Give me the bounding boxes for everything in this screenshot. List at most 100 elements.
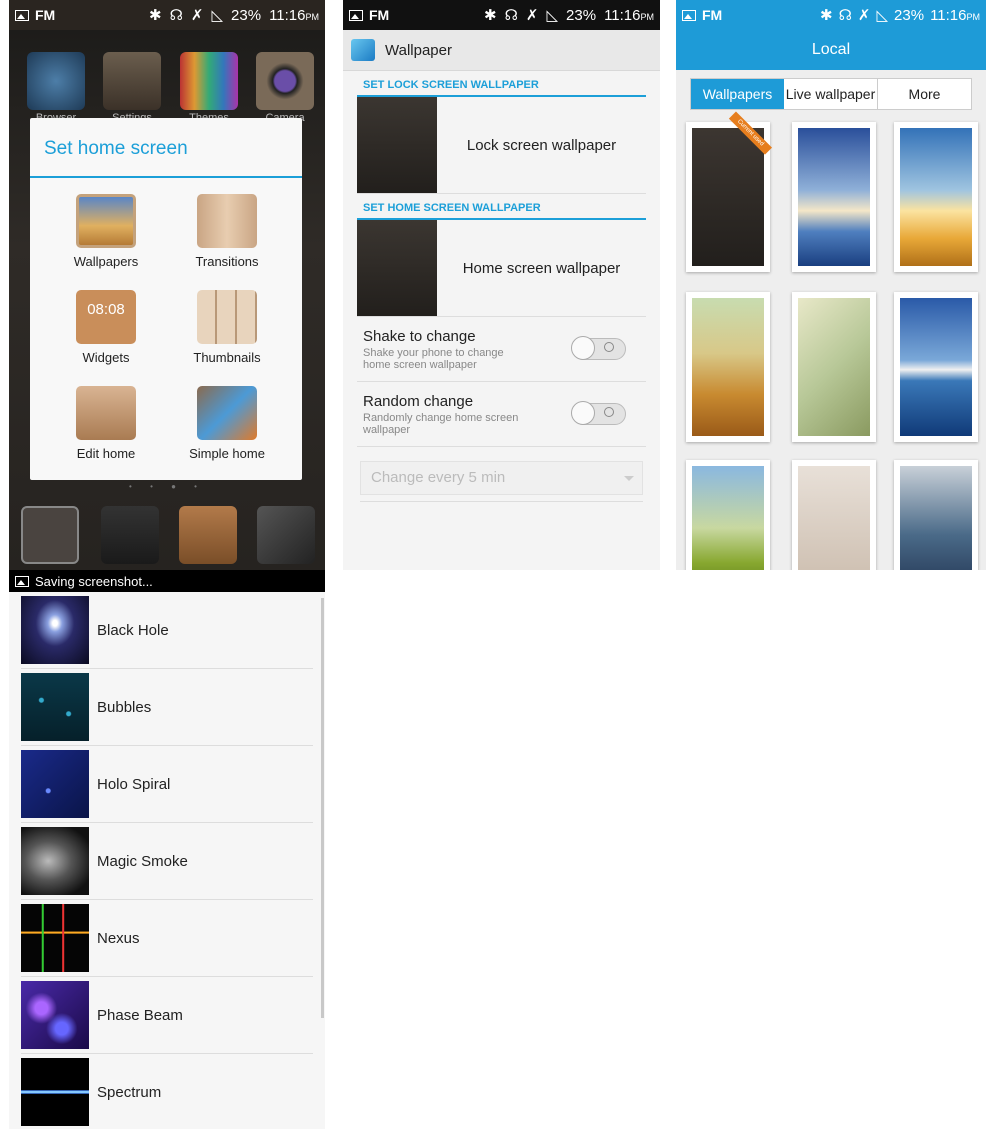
shake-to-change-row: Shake to change Shake your phone to chan… <box>357 317 646 382</box>
set-home-screen-dialog: Set home screen Wallpapers Transitions 0… <box>30 118 302 480</box>
wallpaper-thumb-1[interactable]: Current used <box>686 111 773 272</box>
edit-home-option[interactable]: Edit home <box>46 386 166 461</box>
headphones-icon: ☊ <box>838 7 852 24</box>
list-item-label: Holo Spiral <box>97 775 171 793</box>
battery-text: 23% <box>894 6 925 24</box>
lock-section-header: SET LOCK SCREEN WALLPAPER <box>357 71 646 97</box>
list-item-label: Spectrum <box>97 1083 162 1101</box>
mute-icon: ✗ <box>190 7 204 24</box>
random-toggle[interactable] <box>571 401 626 425</box>
local-title: Local <box>676 30 986 70</box>
wallpaper-thumb-2[interactable] <box>792 122 876 272</box>
home-screen-wallpaper-row[interactable]: Home screen wallpaper <box>357 220 646 317</box>
home-section-header: SET HOME SCREEN WALLPAPER <box>357 194 646 220</box>
mute-icon: ✗ <box>525 7 539 24</box>
list-item-label: Magic Smoke <box>97 852 188 870</box>
holo-spiral-thumbnail <box>21 750 89 818</box>
list-item-label: Nexus <box>97 929 140 947</box>
mute-icon: ✗ <box>857 7 871 24</box>
random-title: Random change <box>363 392 474 410</box>
signal-icon: ◺ <box>876 7 889 24</box>
thumbnails-label: Thumbnails <box>193 350 261 365</box>
scrollbar[interactable] <box>321 598 324 1018</box>
list-item-label: Bubbles <box>97 698 152 716</box>
interval-select[interactable]: Change every 5 min <box>360 461 643 495</box>
messaging-icon[interactable] <box>179 506 237 564</box>
wallpaper-thumb-4[interactable] <box>686 292 770 442</box>
shake-title: Shake to change <box>363 327 476 345</box>
wallpaper-thumb-3[interactable] <box>894 122 978 272</box>
simple-home-icon <box>197 386 257 440</box>
action-bar: Wallpaper <box>343 30 660 71</box>
divider <box>360 501 643 502</box>
fm-label: FM <box>702 7 723 23</box>
magic-smoke-thumbnail <box>21 827 89 895</box>
screenshot-icon <box>15 575 29 587</box>
lock-wallpaper-label: Lock screen wallpaper <box>466 136 617 154</box>
contacts-icon[interactable] <box>101 506 159 564</box>
tab-wallpapers[interactable]: Wallpapers <box>691 79 784 109</box>
list-item[interactable]: Bubbles <box>21 669 313 746</box>
tab-more[interactable]: More <box>877 79 971 109</box>
list-item[interactable]: Black Hole <box>21 592 313 669</box>
wallpaper-thumb-6[interactable] <box>894 292 978 442</box>
shake-description: Shake your phone to change home screen w… <box>363 346 504 371</box>
wallpapers-icon <box>76 194 136 248</box>
home-wallpaper-label: Home screen wallpaper <box>462 259 621 277</box>
simple-home-option[interactable]: Simple home <box>167 386 287 461</box>
wallpaper-thumb-8[interactable] <box>792 460 876 570</box>
list-item[interactable]: Magic Smoke <box>21 823 313 900</box>
lock-screen-wallpaper-row[interactable]: Lock screen wallpaper <box>357 97 646 194</box>
signal-icon: ◺ <box>211 7 224 24</box>
phone-icon[interactable] <box>21 506 79 564</box>
list-item[interactable]: Holo Spiral <box>21 746 313 823</box>
list-item[interactable]: Phase Beam <box>21 977 313 1054</box>
play-store-icon[interactable] <box>257 506 315 564</box>
screenshot-icon <box>15 9 29 21</box>
shake-toggle[interactable] <box>571 336 626 360</box>
lock-wallpaper-thumbnail <box>357 97 437 193</box>
wallpaper-thumb-5[interactable] <box>792 292 876 442</box>
clock: 11:16PM <box>269 6 319 24</box>
screenshot-icon <box>349 9 363 21</box>
status-bar: FM ✱ ☊ ✗ ◺ 23% 11:16PM <box>9 0 325 30</box>
wallpaper-thumb-7[interactable] <box>686 460 770 570</box>
list-item[interactable]: Nexus <box>21 900 313 977</box>
themes-icon[interactable] <box>180 52 238 110</box>
settings-icon[interactable] <box>103 52 161 110</box>
page-title: Wallpaper <box>385 41 452 59</box>
headphones-icon: ☊ <box>169 7 183 24</box>
signal-icon: ◺ <box>546 7 559 24</box>
status-bar: FM ✱ ☊ ✗ ◺ 23% 11:16PM <box>343 0 660 30</box>
random-change-row: Random change Randomly change home scree… <box>357 382 646 447</box>
widgets-option[interactable]: 08:08 Widgets <box>46 290 166 365</box>
screenshot-icon <box>682 9 696 21</box>
battery-text: 23% <box>566 6 597 24</box>
wallpapers-option[interactable]: Wallpapers <box>46 194 166 269</box>
bluetooth-icon: ✱ <box>484 7 497 24</box>
saving-screenshot-text: Saving screenshot... <box>35 573 153 589</box>
dialog-title: Set home screen <box>30 118 302 178</box>
widgets-icon: 08:08 <box>76 290 136 344</box>
list-item[interactable]: Spectrum <box>21 1054 313 1129</box>
random-description: Randomly change home screen wallpaper <box>363 411 519 436</box>
widgets-label: Widgets <box>82 350 130 365</box>
interval-value: Change every 5 min <box>371 469 506 486</box>
bluetooth-icon: ✱ <box>149 7 162 24</box>
edit-home-icon <box>76 386 136 440</box>
tab-live-wallpaper[interactable]: Live wallpaper <box>784 79 877 109</box>
thumbnails-icon <box>197 290 257 344</box>
list-item-label: Black Hole <box>97 621 169 639</box>
thumbnails-option[interactable]: Thumbnails <box>167 290 287 365</box>
transitions-option[interactable]: Transitions <box>167 194 287 269</box>
phase-beam-thumbnail <box>21 981 89 1049</box>
clock: 11:16PM <box>930 6 980 24</box>
wallpaper-thumb-9[interactable] <box>894 460 978 570</box>
transitions-icon <box>197 194 257 248</box>
camera-icon[interactable] <box>256 52 314 110</box>
browser-icon[interactable] <box>27 52 85 110</box>
wallpaper-app-icon[interactable] <box>351 39 375 61</box>
bluetooth-icon: ✱ <box>820 7 833 24</box>
bubbles-thumbnail <box>21 673 89 741</box>
home-wallpaper-thumbnail <box>357 220 437 316</box>
